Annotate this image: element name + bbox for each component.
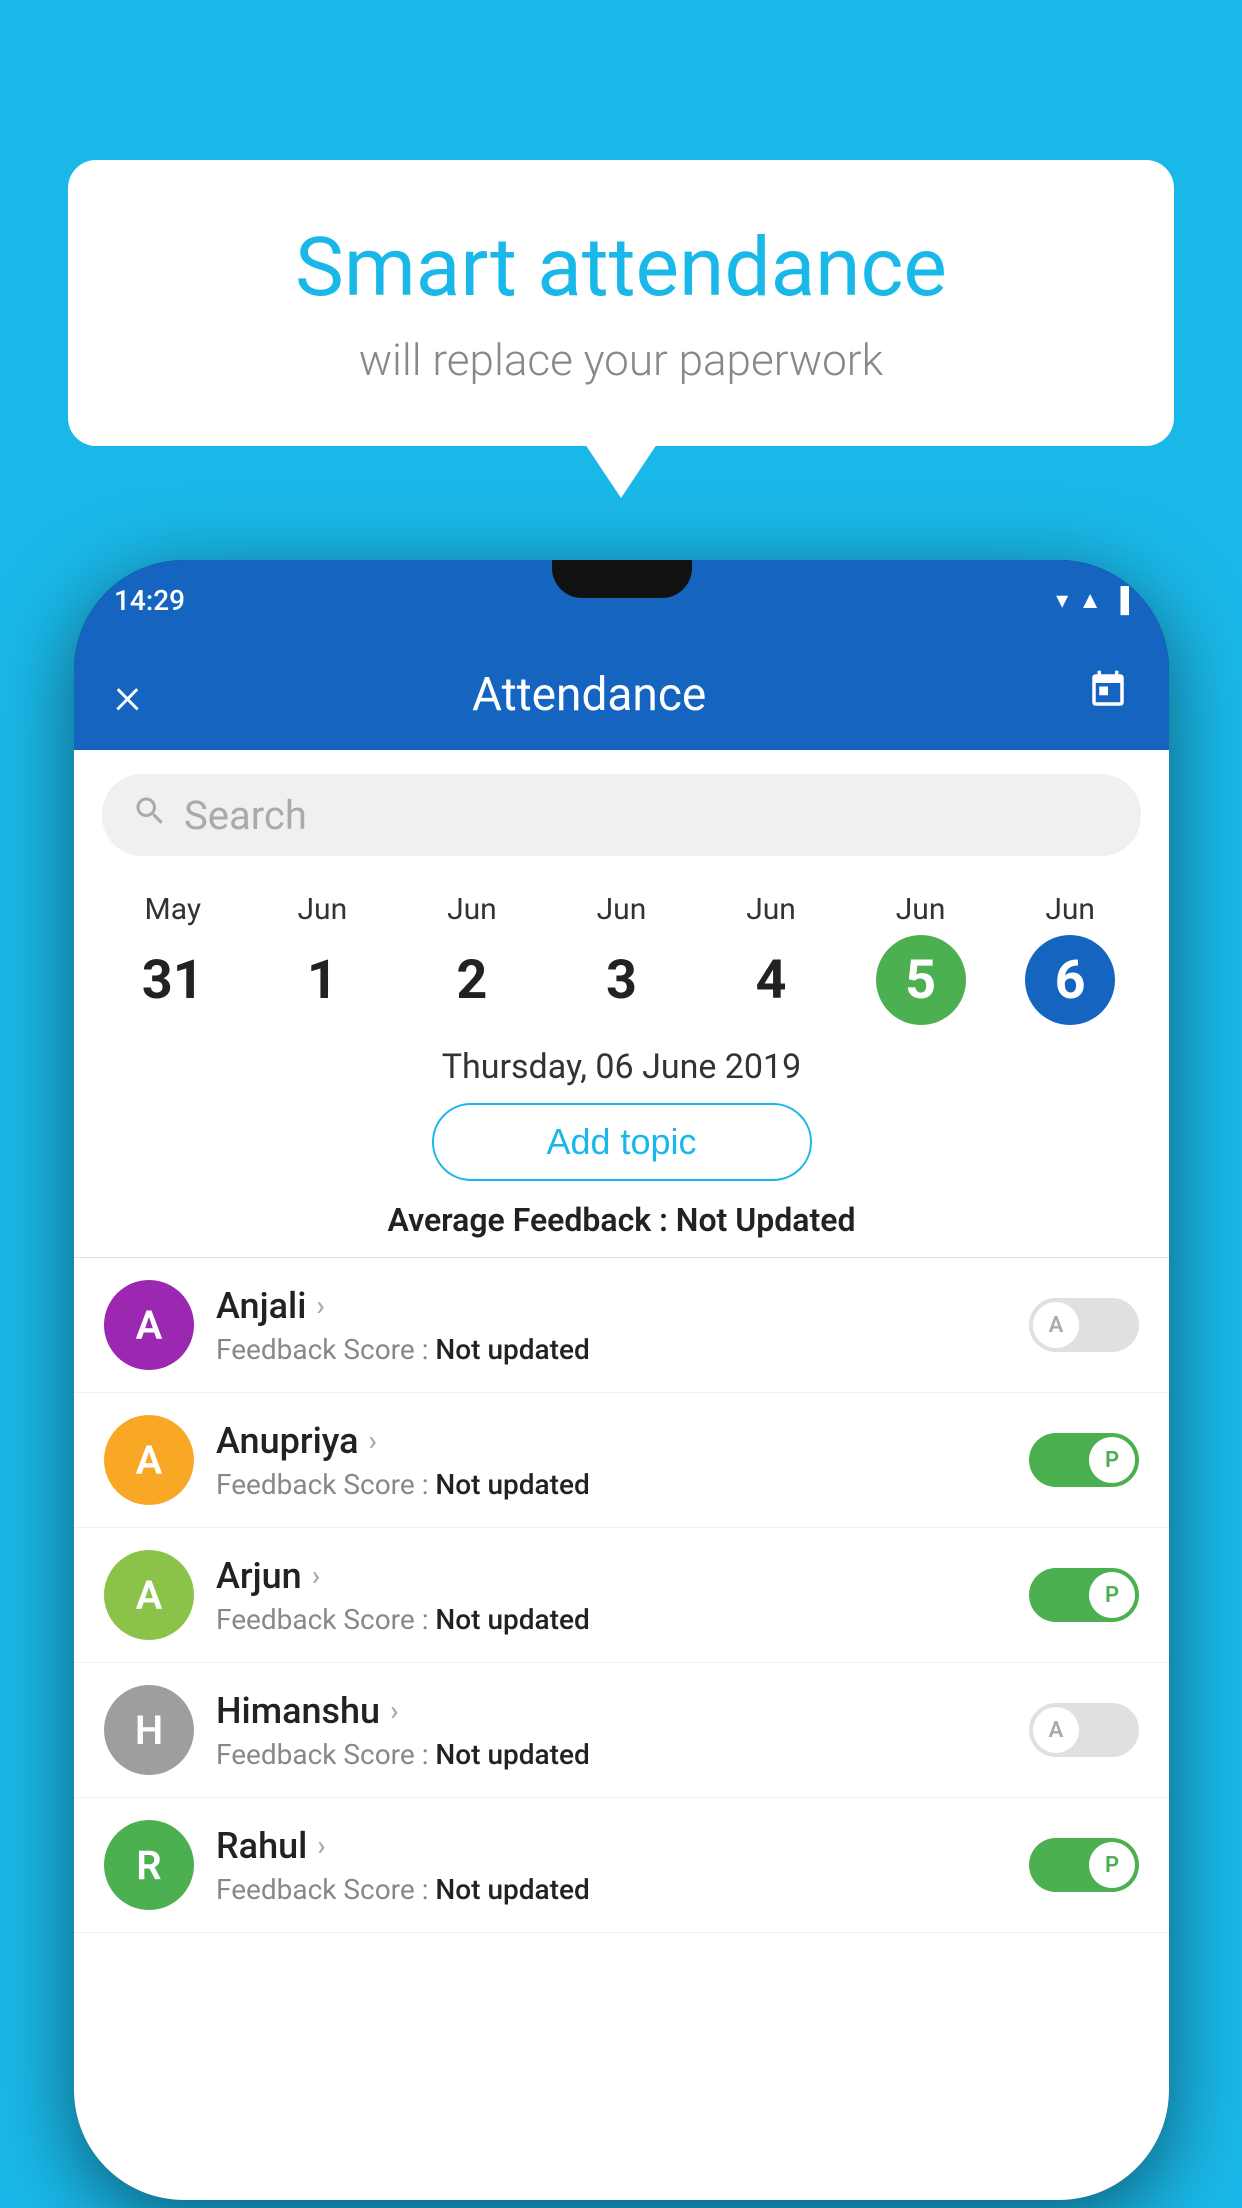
- date-month: Jun: [1045, 892, 1095, 927]
- attendance-toggle[interactable]: P: [1029, 1433, 1139, 1487]
- bubble-subtitle: will replace your paperwork: [148, 334, 1094, 386]
- phone-frame: 14:29 ▾ ▲ ▐ × Attendance Search: [74, 560, 1169, 2200]
- close-button[interactable]: ×: [114, 665, 141, 726]
- chevron-icon: ›: [316, 1289, 324, 1322]
- signal-icon: ▲: [1078, 586, 1102, 615]
- date-number[interactable]: 4: [726, 935, 816, 1025]
- list-item: A Anupriya › Feedback Score : Not updated P: [74, 1393, 1169, 1528]
- chevron-icon: ›: [312, 1559, 320, 1592]
- date-month: May: [145, 892, 201, 927]
- list-item: A Arjun › Feedback Score : Not updated P: [74, 1528, 1169, 1663]
- app-bar-title: Attendance: [171, 668, 1007, 722]
- app-bar: × Attendance: [74, 640, 1169, 750]
- wifi-icon: ▾: [1056, 586, 1068, 614]
- battery-icon: ▐: [1112, 586, 1129, 615]
- status-bar: 14:29 ▾ ▲ ▐: [74, 560, 1169, 640]
- status-icons: ▾ ▲ ▐: [1056, 586, 1129, 615]
- date-month: Jun: [597, 892, 647, 927]
- speech-bubble: Smart attendance will replace your paper…: [68, 160, 1174, 446]
- student-info: Anupriya › Feedback Score : Not updated: [216, 1420, 1029, 1501]
- student-feedback: Feedback Score : Not updated: [216, 1333, 1029, 1366]
- date-item[interactable]: Jun 5: [876, 892, 966, 1025]
- student-info: Rahul › Feedback Score : Not updated: [216, 1825, 1029, 1906]
- student-feedback: Feedback Score : Not updated: [216, 1603, 1029, 1636]
- toggle-knob: P: [1089, 1842, 1135, 1888]
- list-item: H Himanshu › Feedback Score : Not updatedA: [74, 1663, 1169, 1798]
- list-item: AAnjali ›Feedback Score : Not updatedA: [74, 1258, 1169, 1393]
- date-item[interactable]: Jun 2: [427, 892, 517, 1025]
- student-feedback: Feedback Score : Not updated: [216, 1873, 1029, 1906]
- date-item[interactable]: Jun 6: [1025, 892, 1115, 1025]
- search-bar[interactable]: Search: [102, 774, 1141, 856]
- bubble-title: Smart attendance: [148, 220, 1094, 316]
- add-topic-button[interactable]: Add topic: [432, 1103, 812, 1181]
- avatar: H: [104, 1685, 194, 1775]
- date-picker-row: May 31 Jun 1 Jun 2 Jun 3 Jun 4 Jun 5 Jun 6: [74, 872, 1169, 1035]
- avg-feedback-value: Not Updated: [676, 1201, 856, 1239]
- chevron-icon: ›: [317, 1829, 325, 1862]
- calendar-icon[interactable]: [1087, 669, 1129, 722]
- date-number[interactable]: 2: [427, 935, 517, 1025]
- student-name[interactable]: Anupriya ›: [216, 1420, 1029, 1462]
- attendance-toggle[interactable]: A: [1029, 1703, 1139, 1757]
- date-number[interactable]: 5: [876, 935, 966, 1025]
- date-month: Jun: [746, 892, 796, 927]
- screen-content: Search May 31 Jun 1 Jun 2 Jun 3 Jun 4 Jun 5 Jun 6 Thu…: [74, 750, 1169, 2200]
- chevron-icon: ›: [369, 1424, 377, 1457]
- attendance-toggle[interactable]: A: [1029, 1298, 1139, 1352]
- date-number[interactable]: 3: [576, 935, 666, 1025]
- phone-notch: [552, 560, 692, 598]
- avatar: A: [104, 1550, 194, 1640]
- toggle-knob: P: [1089, 1437, 1135, 1483]
- student-info: Anjali › Feedback Score : Not updated: [216, 1285, 1029, 1366]
- student-feedback: Feedback Score : Not updated: [216, 1738, 1029, 1771]
- student-feedback: Feedback Score : Not updated: [216, 1468, 1029, 1501]
- date-month: Jun: [896, 892, 946, 927]
- student-name[interactable]: Himanshu ›: [216, 1690, 1029, 1732]
- date-number[interactable]: 6: [1025, 935, 1115, 1025]
- student-list: AAnjali ›Feedback Score : Not updatedAAA…: [74, 1258, 1169, 1933]
- status-time: 14:29: [114, 584, 185, 617]
- student-name[interactable]: Rahul ›: [216, 1825, 1029, 1867]
- date-month: Jun: [298, 892, 348, 927]
- avg-feedback: Average Feedback : Not Updated: [74, 1201, 1169, 1239]
- toggle-knob: A: [1033, 1302, 1079, 1348]
- search-placeholder: Search: [184, 792, 307, 839]
- attendance-toggle[interactable]: P: [1029, 1838, 1139, 1892]
- student-name[interactable]: Arjun ›: [216, 1555, 1029, 1597]
- date-item[interactable]: Jun 4: [726, 892, 816, 1025]
- avatar: A: [104, 1415, 194, 1505]
- date-number[interactable]: 31: [128, 935, 218, 1025]
- student-info: Arjun › Feedback Score : Not updated: [216, 1555, 1029, 1636]
- chevron-icon: ›: [390, 1694, 398, 1727]
- student-name[interactable]: Anjali ›: [216, 1285, 1029, 1327]
- toggle-knob: A: [1033, 1707, 1079, 1753]
- date-item[interactable]: Jun 1: [277, 892, 367, 1025]
- date-item[interactable]: May 31: [128, 892, 218, 1025]
- avatar: A: [104, 1280, 194, 1370]
- list-item: R Rahul › Feedback Score : Not updated P: [74, 1798, 1169, 1933]
- avatar: R: [104, 1820, 194, 1910]
- attendance-toggle[interactable]: P: [1029, 1568, 1139, 1622]
- date-item[interactable]: Jun 3: [576, 892, 666, 1025]
- avg-feedback-label: Average Feedback :: [388, 1201, 668, 1239]
- search-icon: [132, 793, 168, 838]
- date-month: Jun: [447, 892, 497, 927]
- toggle-knob: P: [1089, 1572, 1135, 1618]
- selected-date-display: Thursday, 06 June 2019: [74, 1035, 1169, 1103]
- student-info: Himanshu › Feedback Score : Not updated: [216, 1690, 1029, 1771]
- date-number[interactable]: 1: [277, 935, 367, 1025]
